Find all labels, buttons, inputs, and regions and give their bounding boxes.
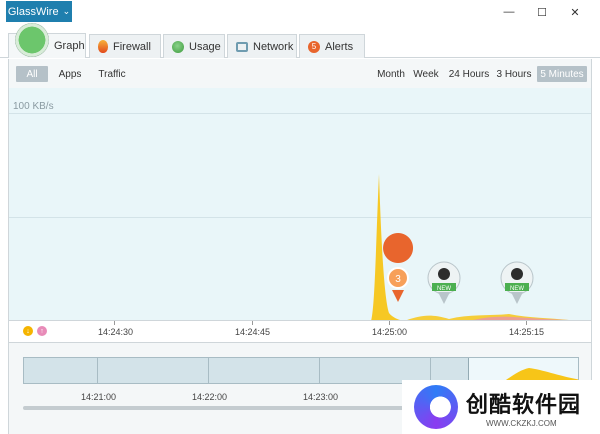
tab-bar: Graph Firewall Usage Network 5 Alerts — [0, 23, 600, 58]
app-menu-label: GlassWire — [7, 5, 59, 18]
marker-count-3: 3 — [383, 233, 414, 302]
overview-divider — [208, 358, 209, 383]
filter-traffic-button[interactable]: Traffic — [94, 66, 130, 82]
close-button[interactable]: ✕ — [566, 3, 584, 21]
maximize-button[interactable]: ☐ — [533, 3, 551, 21]
overview-time-label: 14:22:00 — [192, 392, 228, 402]
filter-all-button[interactable]: All — [16, 66, 48, 82]
marker-new-label: NEW — [510, 286, 524, 292]
time-tick — [389, 321, 390, 325]
tab-label: Alerts — [325, 40, 354, 53]
tab-graph[interactable]: Graph — [8, 23, 86, 58]
time-axis: ↓ ↑ 14:24:30 14:24:45 14:25:00 14:25:15 — [8, 321, 592, 343]
marker-count-label: 3 — [395, 274, 401, 285]
time-label: 14:25:15 — [509, 327, 545, 337]
alert-icon: 5 — [308, 40, 320, 53]
marker-new-1: NEW — [427, 261, 461, 304]
fire-icon — [98, 40, 108, 53]
overview-divider — [319, 358, 320, 383]
tab-label: Graph — [54, 40, 85, 52]
range-week-button[interactable]: Week — [413, 66, 439, 82]
marker-new-label: NEW — [437, 286, 451, 292]
range-24-hours-button[interactable]: 24 Hours — [447, 66, 491, 82]
network-icon — [236, 41, 248, 52]
tab-alerts[interactable]: 5 Alerts — [299, 34, 365, 58]
time-label: 14:24:45 — [235, 327, 271, 337]
minimize-button[interactable]: — — [500, 3, 518, 21]
graph-icon — [15, 23, 49, 57]
tab-label: Firewall — [113, 40, 151, 53]
tab-label: Usage — [189, 40, 221, 53]
overview-divider — [97, 358, 98, 383]
tab-label: Network — [253, 40, 294, 53]
time-label: 14:25:00 — [372, 327, 408, 337]
time-tick — [526, 321, 527, 325]
time-tick — [114, 321, 115, 325]
time-label: 14:24:30 — [98, 327, 134, 337]
outgoing-legend-icon: ↑ — [37, 326, 47, 336]
range-3-hours-button[interactable]: 3 Hours — [496, 66, 532, 82]
filter-apps-button[interactable]: Apps — [55, 66, 85, 82]
app-menu-button[interactable]: GlassWire ⌄ — [6, 1, 72, 22]
watermark-logo — [414, 385, 458, 429]
traffic-plot: 3 NEW NEW — [371, 174, 569, 320]
chevron-down-icon: ⌄ — [62, 6, 71, 16]
overview-time-label: 14:21:00 — [81, 392, 117, 402]
watermark-url: WWW.CKZKJ.COM — [486, 418, 557, 428]
range-5-minutes-button[interactable]: 5 Minutes — [537, 66, 587, 82]
overview-time-label: 14:23:00 — [303, 392, 339, 402]
time-tick — [252, 321, 253, 325]
watermark: 创酷软件园 WWW.CKZKJ.COM — [402, 380, 600, 434]
filter-bar: All Apps Traffic Month Week 24 Hours 3 H… — [8, 59, 592, 88]
marker-new-2: NEW — [500, 261, 534, 304]
tab-usage[interactable]: Usage — [163, 34, 225, 58]
range-month-button[interactable]: Month — [375, 66, 407, 82]
usage-icon — [172, 40, 184, 53]
incoming-legend-icon: ↓ — [23, 326, 33, 336]
watermark-title: 创酷软件园 — [466, 391, 582, 417]
traffic-graph[interactable]: 100 KB/s 3 NEW NEW — [8, 88, 592, 321]
tab-firewall[interactable]: Firewall — [89, 34, 161, 58]
title-bar: GlassWire ⌄ — ☐ ✕ — [0, 0, 600, 24]
tab-network[interactable]: Network — [227, 34, 297, 58]
